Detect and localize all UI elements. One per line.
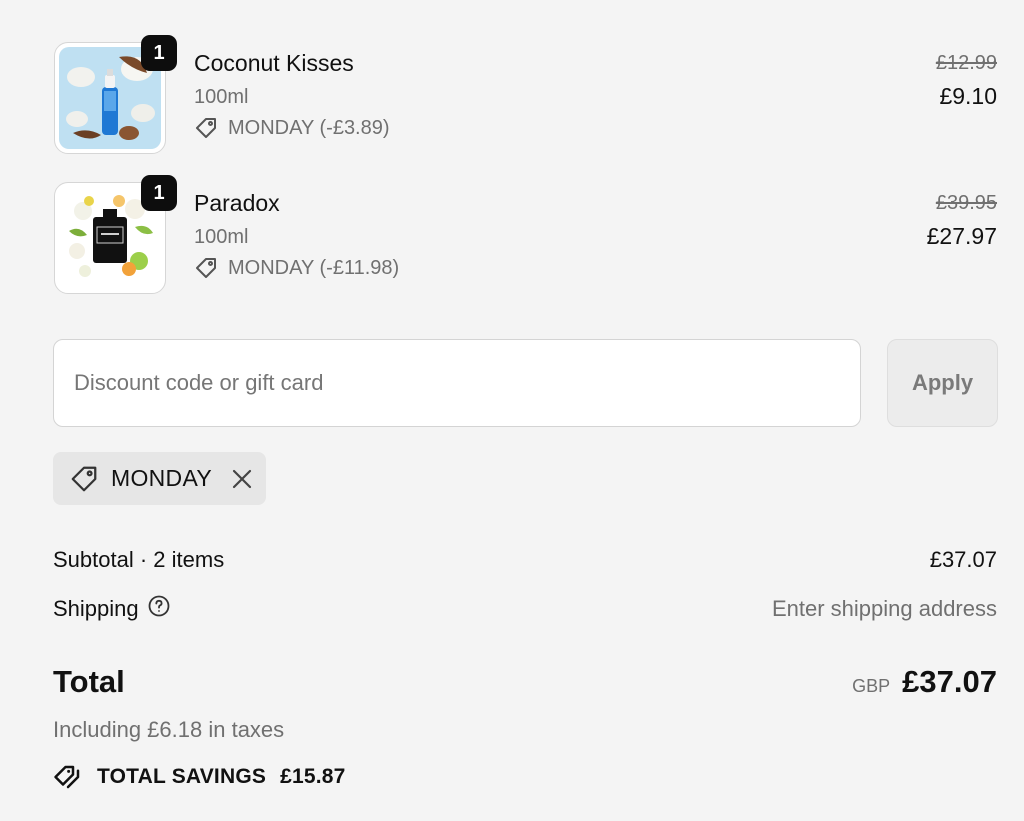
total-savings: TOTAL SAVINGS £15.87 — [53, 762, 346, 792]
total-value: £37.07 — [902, 664, 997, 699]
shipping-label: Shipping — [53, 596, 139, 621]
tag-icon — [71, 466, 97, 491]
original-price: £39.95 — [935, 192, 997, 214]
total-label: Total — [53, 664, 125, 699]
product-name: Paradox — [194, 190, 280, 216]
item-discount: MONDAY (-£3.89) — [194, 116, 390, 140]
item-discount-label: MONDAY (-£3.89) — [228, 116, 390, 139]
product-variant: 100ml — [194, 226, 249, 248]
product-thumbnail: 1 — [54, 35, 177, 154]
shipping-row: Shipping — [53, 594, 171, 624]
remove-discount-button[interactable] — [228, 465, 256, 493]
line-item: 1 Paradox 100ml MONDAY (-£11.98) £39.95 … — [0, 175, 1024, 302]
item-discount-label: MONDAY (-£11.98) — [228, 256, 400, 279]
product-name: Coconut Kisses — [194, 50, 354, 76]
item-discount: MONDAY (-£11.98) — [194, 256, 399, 280]
order-summary: 1 Coconut Kisses 100ml MONDAY (-£3.89) £… — [0, 0, 1024, 821]
apply-button[interactable]: Apply — [887, 339, 998, 427]
currency-code: GBP — [852, 676, 891, 696]
tags-icon — [54, 765, 80, 789]
tag-icon — [196, 118, 216, 138]
line-item: 1 Coconut Kisses 100ml MONDAY (-£3.89) £… — [0, 35, 1024, 162]
savings-value: £15.87 — [280, 765, 346, 788]
discounted-price: £9.10 — [939, 83, 997, 109]
applied-discount-chip: MONDAY — [53, 452, 266, 505]
help-icon[interactable] — [147, 594, 171, 624]
savings-label: TOTAL SAVINGS — [97, 765, 267, 788]
shipping-value: Enter shipping address — [771, 596, 997, 621]
total-amount: GBP £37.07 — [852, 664, 997, 700]
close-icon — [232, 469, 252, 488]
subtotal-label: Subtotal · 2 items — [53, 547, 225, 572]
product-variant: 100ml — [194, 86, 249, 108]
quantity-badge: 1 — [141, 35, 177, 71]
quantity-badge: 1 — [141, 175, 177, 211]
applied-code-label: MONDAY — [111, 465, 213, 491]
original-price: £12.99 — [935, 52, 997, 74]
discounted-price: £27.97 — [926, 223, 997, 249]
product-thumbnail: 1 — [54, 175, 177, 294]
tax-note: Including £6.18 in taxes — [53, 717, 285, 742]
tag-icon — [196, 258, 216, 278]
subtotal-value: £37.07 — [929, 547, 997, 572]
discount-code-input[interactable] — [53, 339, 861, 427]
